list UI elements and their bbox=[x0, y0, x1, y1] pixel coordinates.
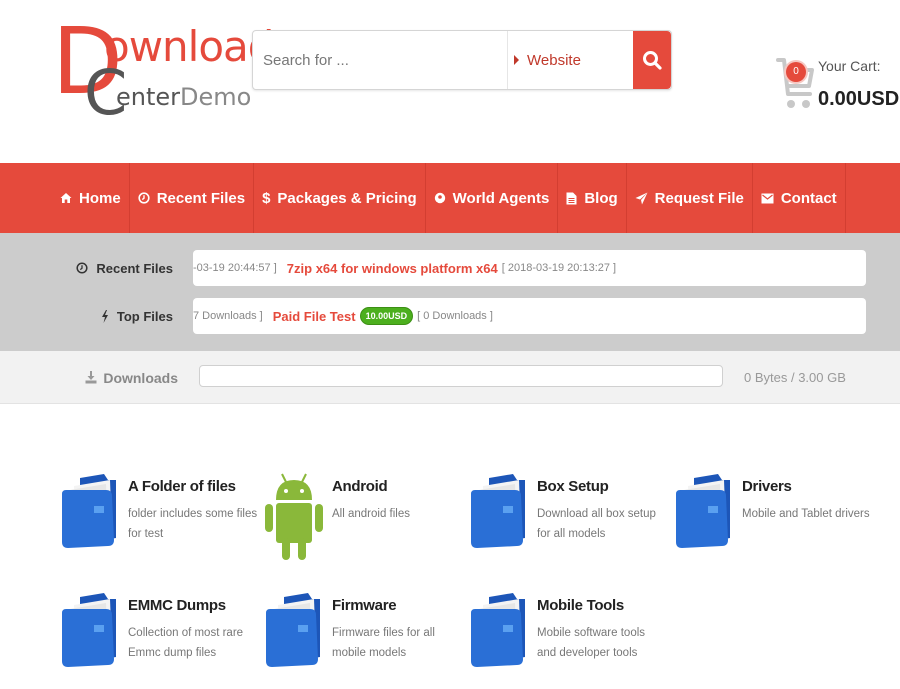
folder-icon bbox=[266, 593, 320, 667]
cart-label: Your Cart: bbox=[818, 58, 881, 74]
nav-item-label: Packages & Pricing bbox=[277, 189, 417, 207]
nav-item-recent-files[interactable]: Recent Files bbox=[130, 163, 255, 233]
downloads-usage-text: 0 Bytes / 3.00 GB bbox=[744, 370, 846, 385]
category-card[interactable]: A Folder of files folder includes some f… bbox=[60, 460, 260, 570]
clock-icon bbox=[138, 192, 150, 204]
nav-item-label: Blog bbox=[584, 189, 618, 207]
category-description: Download all box setup for all models bbox=[537, 508, 656, 540]
nav-item-label: Contact bbox=[780, 189, 837, 207]
folder-icon bbox=[676, 474, 730, 548]
cart-total: 0.00USD bbox=[818, 88, 900, 110]
recent-file-prev-meta: -03-19 20:44:57 ] bbox=[193, 262, 277, 274]
category-description: All android files bbox=[332, 508, 410, 520]
category-card[interactable]: EMMC Dumps Collection of most rare Emmc … bbox=[60, 579, 260, 689]
nav-item-label: Recent Files bbox=[156, 189, 246, 207]
category-description: Collection of most rare Emmc dump files bbox=[128, 627, 244, 659]
category-card[interactable]: Android All android files bbox=[264, 460, 464, 570]
paper-plane-icon bbox=[635, 192, 648, 205]
site-header: D ownload C enter Demo Website 0 Your Ca… bbox=[0, 0, 900, 163]
price-badge: 10.00USD bbox=[359, 307, 414, 325]
logo-word-demo: Demo bbox=[180, 83, 252, 111]
downloads-label-text: Downloads bbox=[103, 369, 178, 386]
category-card[interactable]: Mobile Tools Mobile software tools and d… bbox=[469, 579, 669, 689]
nav-item-label: Request File bbox=[654, 189, 744, 207]
top-file-prev-meta: 7 Downloads ] bbox=[193, 310, 263, 322]
top-files-label: Top Files bbox=[101, 298, 173, 334]
downloads-progress-track bbox=[199, 365, 723, 387]
downloads-label: Downloads bbox=[85, 351, 178, 404]
logo-word-enter: enter bbox=[116, 83, 181, 111]
category-title: A Folder of files bbox=[128, 478, 236, 495]
nav-item-packages-pricing[interactable]: $ Packages & Pricing bbox=[254, 163, 426, 233]
category-description: folder includes some files for test bbox=[128, 508, 258, 540]
folder-icon bbox=[62, 474, 116, 548]
nav-item-label: Home bbox=[79, 189, 121, 207]
dollar-icon: $ bbox=[262, 189, 271, 207]
cart-widget[interactable]: 0 Your Cart: 0.00USD bbox=[776, 52, 900, 112]
search-bar: Website bbox=[252, 30, 672, 90]
folder-icon bbox=[471, 474, 525, 548]
folder-icon bbox=[62, 593, 116, 667]
top-files-row: Top Files 7 Downloads ] Paid File Test 1… bbox=[0, 298, 900, 334]
top-file-downloads: [ 0 Downloads ] bbox=[417, 310, 493, 322]
recent-file-date: [ 2018-03-19 20:13:27 ] bbox=[501, 262, 617, 274]
category-title: Firmware bbox=[332, 597, 397, 614]
category-card[interactable]: Drivers Mobile and Tablet drivers bbox=[674, 460, 874, 570]
android-icon bbox=[265, 473, 323, 560]
search-input[interactable] bbox=[253, 31, 507, 89]
recent-file-link[interactable]: 7zip x64 for windows platform x64 bbox=[287, 261, 498, 276]
clock-icon bbox=[76, 262, 88, 274]
home-icon bbox=[60, 192, 72, 204]
category-title: EMMC Dumps bbox=[128, 597, 226, 614]
caret-right-icon bbox=[514, 55, 519, 65]
site-logo[interactable]: D ownload C enter Demo bbox=[52, 16, 274, 127]
category-description: Mobile and Tablet drivers bbox=[742, 508, 870, 520]
top-files-label-text: Top Files bbox=[116, 308, 173, 324]
envelope-icon bbox=[761, 193, 774, 204]
recent-files-label-text: Recent Files bbox=[96, 260, 173, 276]
nav-item-contact[interactable]: Contact bbox=[753, 163, 846, 233]
search-icon bbox=[643, 51, 662, 70]
category-card[interactable]: Firmware Firmware files for all mobile m… bbox=[264, 579, 464, 689]
document-icon bbox=[566, 192, 577, 205]
map-pin-icon bbox=[434, 192, 446, 204]
search-button[interactable] bbox=[633, 31, 671, 89]
main-nav: Home Recent Files $ Packages & Pricing W… bbox=[0, 163, 900, 233]
category-title: Drivers bbox=[742, 478, 792, 495]
lightning-icon bbox=[101, 309, 109, 323]
folder-icon bbox=[471, 593, 525, 667]
top-files-marquee: 7 Downloads ] Paid File Test 10.00USD [ … bbox=[193, 298, 866, 334]
file-ticker-panel: Recent Files -03-19 20:44:57 ] 7zip x64 … bbox=[0, 233, 900, 351]
recent-files-marquee: -03-19 20:44:57 ] 7zip x64 for windows p… bbox=[193, 250, 866, 286]
download-icon bbox=[85, 371, 97, 384]
nav-item-blog[interactable]: Blog bbox=[558, 163, 627, 233]
category-title: Android bbox=[332, 478, 388, 495]
recent-files-label: Recent Files bbox=[76, 250, 173, 286]
search-scope-label: Website bbox=[527, 51, 581, 69]
nav-item-world-agents[interactable]: World Agents bbox=[426, 163, 559, 233]
search-scope-dropdown[interactable]: Website bbox=[507, 31, 633, 89]
recent-files-row: Recent Files -03-19 20:44:57 ] 7zip x64 … bbox=[0, 250, 900, 286]
nav-item-label: World Agents bbox=[452, 189, 550, 207]
cart-count-badge: 0 bbox=[786, 62, 806, 82]
top-file-link[interactable]: Paid File Test bbox=[273, 309, 356, 324]
nav-item-home[interactable]: Home bbox=[52, 163, 130, 233]
category-title: Mobile Tools bbox=[537, 597, 624, 614]
downloads-quota-bar: Downloads 0 Bytes / 3.00 GB bbox=[0, 351, 900, 404]
category-description: Firmware files for all mobile models bbox=[332, 627, 435, 659]
category-description: Mobile software tools and developer tool… bbox=[537, 627, 646, 659]
category-title: Box Setup bbox=[537, 478, 609, 495]
nav-item-request-file[interactable]: Request File bbox=[627, 163, 753, 233]
logo-word-ownload: ownload bbox=[104, 22, 274, 71]
category-card[interactable]: Box Setup Download all box setup for all… bbox=[469, 460, 669, 570]
